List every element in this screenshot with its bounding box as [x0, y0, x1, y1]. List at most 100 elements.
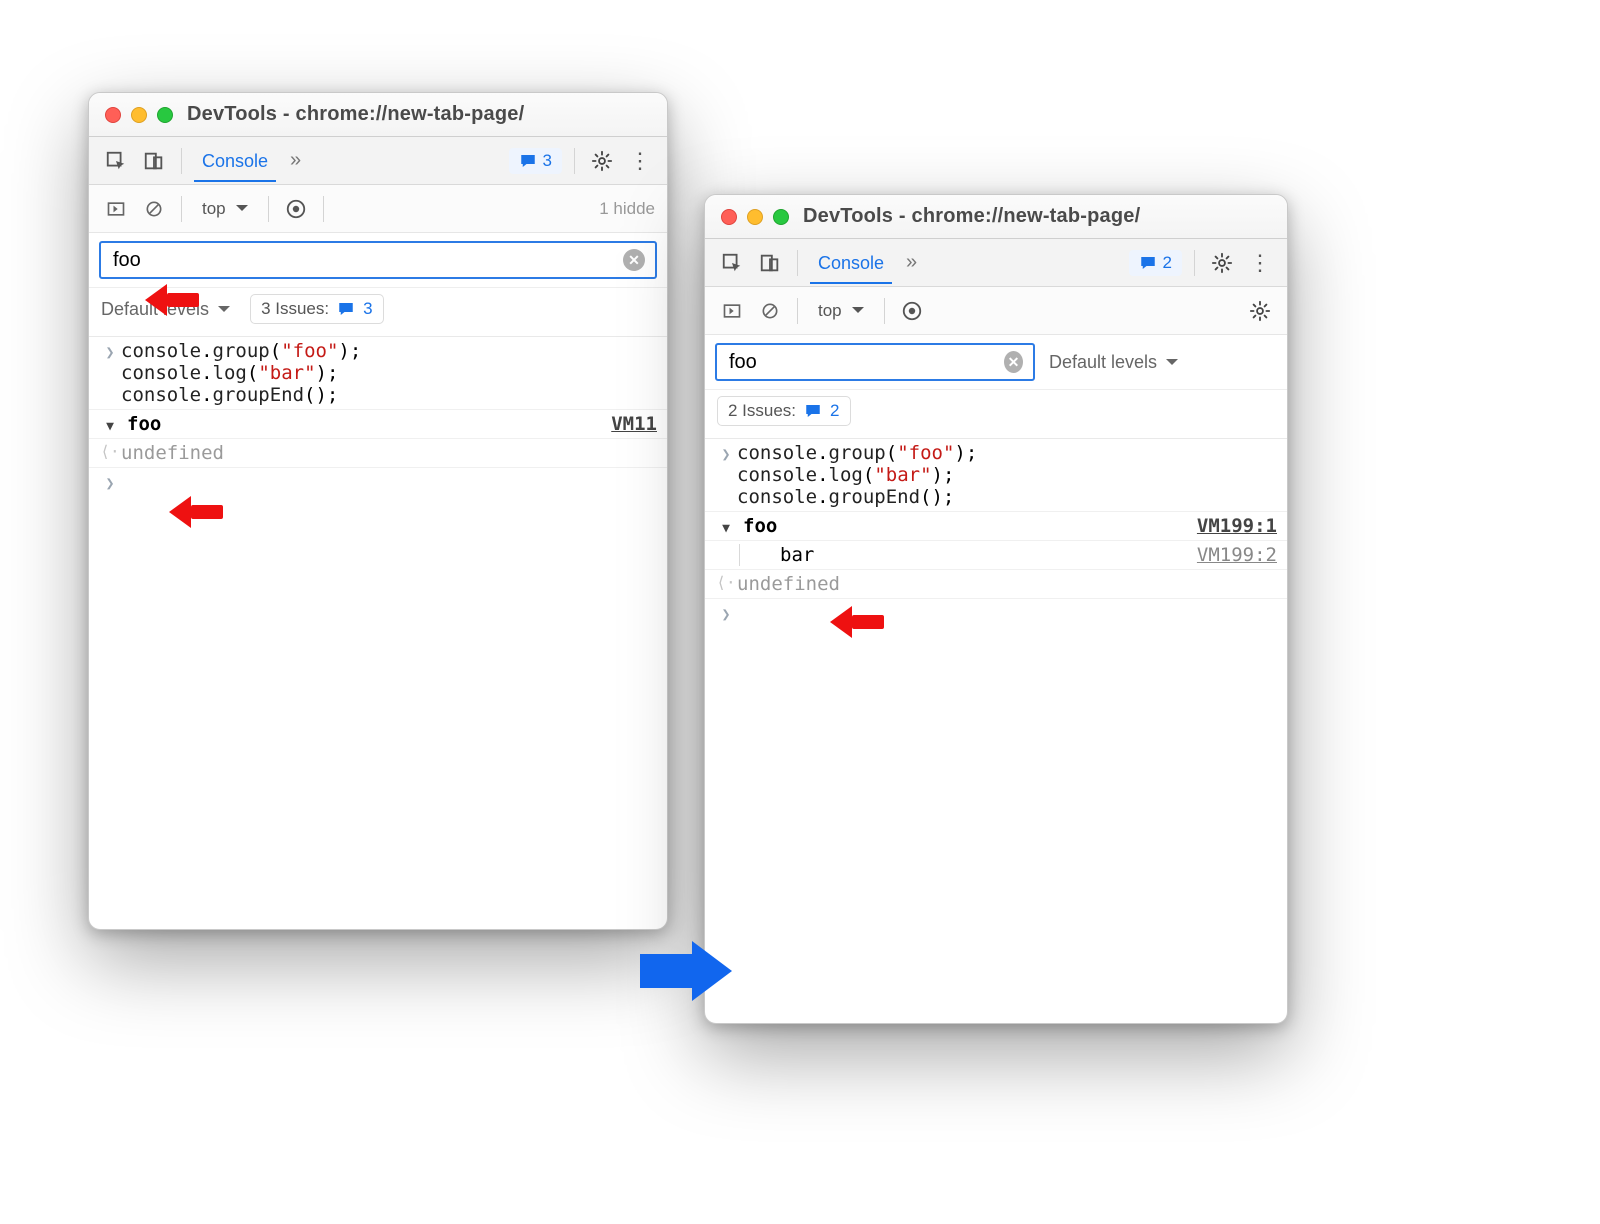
- window-title: DevTools - chrome://new-tab-page/: [187, 103, 524, 126]
- context-label: top: [818, 301, 842, 321]
- inspect-icon[interactable]: [717, 248, 747, 278]
- device-toggle-icon[interactable]: [755, 248, 785, 278]
- undefined-label: undefined: [737, 573, 840, 595]
- context-label: top: [202, 199, 226, 219]
- overflow-menu-icon[interactable]: ⋮: [1245, 250, 1275, 276]
- zoom-icon[interactable]: [157, 107, 173, 123]
- devtools-window-after: DevTools - chrome://new-tab-page/ Consol…: [704, 194, 1288, 1024]
- console-group-header[interactable]: foo VM199:1: [705, 512, 1287, 541]
- filter-row: ✕: [89, 233, 667, 288]
- console-prompt[interactable]: [89, 468, 667, 496]
- source-link[interactable]: VM199:2: [1189, 544, 1277, 566]
- separator-icon: [574, 148, 575, 174]
- inspect-icon[interactable]: [101, 146, 131, 176]
- window-title: DevTools - chrome://new-tab-page/: [803, 205, 1140, 228]
- issues-chip[interactable]: 2 Issues: 2: [717, 396, 851, 426]
- messages-badge[interactable]: 2: [1129, 250, 1182, 276]
- close-icon[interactable]: [105, 107, 121, 123]
- zoom-icon[interactable]: [773, 209, 789, 225]
- log-levels-label: Default levels: [1049, 352, 1157, 372]
- group-name: foo: [743, 515, 777, 537]
- clear-filter-icon[interactable]: ✕: [623, 249, 645, 271]
- messages-count: 2: [1163, 253, 1172, 273]
- main-toolbar: Console » 3 ⋮: [89, 137, 667, 185]
- live-expression-icon[interactable]: [897, 296, 927, 326]
- minimize-icon[interactable]: [131, 107, 147, 123]
- messages-badge[interactable]: 3: [509, 148, 562, 174]
- chevron-down-icon: [848, 301, 864, 321]
- code-block: console.group("foo"); console.log("bar")…: [121, 340, 657, 406]
- overflow-menu-icon[interactable]: ⋮: [625, 148, 655, 174]
- issues-label: 3 Issues:: [261, 299, 329, 319]
- console-prompt[interactable]: [705, 599, 1287, 627]
- devtools-window-before: DevTools - chrome://new-tab-page/ Consol…: [88, 92, 668, 930]
- console-group-child: bar VM199:2: [705, 541, 1287, 570]
- transition-arrow-icon: [640, 940, 750, 1002]
- chevron-down-icon: [214, 299, 230, 319]
- live-expression-icon[interactable]: [281, 194, 311, 224]
- messages-count: 3: [543, 151, 552, 171]
- issues-count: 3: [363, 299, 372, 319]
- clear-console-icon[interactable]: [139, 194, 169, 224]
- tab-console[interactable]: Console: [810, 241, 892, 284]
- context-selector[interactable]: top: [194, 197, 256, 221]
- clear-filter-icon[interactable]: ✕: [1004, 351, 1023, 373]
- console-subtoolbar: top: [705, 287, 1287, 335]
- chevron-down-icon: [232, 199, 248, 219]
- sidebar-toggle-icon[interactable]: [717, 296, 747, 326]
- tab-console[interactable]: Console: [194, 139, 276, 182]
- settings-icon[interactable]: [587, 146, 617, 176]
- titlebar[interactable]: DevTools - chrome://new-tab-page/: [705, 195, 1287, 239]
- annotation-arrow-icon: [169, 497, 223, 527]
- console-settings-icon[interactable]: [1245, 296, 1275, 326]
- group-name: foo: [127, 413, 161, 435]
- close-icon[interactable]: [721, 209, 737, 225]
- message-icon: [1139, 254, 1157, 272]
- issues-count: 2: [830, 401, 839, 421]
- triangle-down-icon[interactable]: [99, 413, 121, 435]
- clear-console-icon[interactable]: [755, 296, 785, 326]
- return-icon: ⟨·: [715, 573, 737, 592]
- traffic-lights: [721, 209, 789, 225]
- issues-chip[interactable]: 3 Issues: 3: [250, 294, 384, 324]
- chevron-right-icon: [99, 340, 121, 362]
- minimize-icon[interactable]: [747, 209, 763, 225]
- console-group-header[interactable]: foo VM11: [89, 410, 667, 439]
- context-selector[interactable]: top: [810, 299, 872, 323]
- code-block: console.group("foo"); console.log("bar")…: [737, 442, 1277, 508]
- separator-icon: [884, 298, 885, 324]
- more-tabs-icon[interactable]: »: [284, 149, 307, 172]
- source-link[interactable]: VM199:1: [1189, 515, 1277, 537]
- filter-input[interactable]: [727, 350, 996, 375]
- console-input-echo: console.group("foo"); console.log("bar")…: [705, 439, 1287, 512]
- console-return-row: ⟨· undefined: [89, 439, 667, 468]
- undefined-label: undefined: [121, 442, 224, 464]
- filter-input[interactable]: [111, 248, 615, 273]
- chevron-right-icon: [715, 442, 737, 464]
- device-toggle-icon[interactable]: [139, 146, 169, 176]
- return-icon: ⟨·: [99, 442, 121, 461]
- console-subtoolbar: top 1 hidde: [89, 185, 667, 233]
- log-levels-selector[interactable]: Default levels: [1049, 352, 1178, 373]
- filter-box: ✕: [99, 241, 657, 279]
- separator-icon: [797, 298, 798, 324]
- annotation-arrow-icon: [830, 607, 884, 637]
- triangle-down-icon[interactable]: [715, 515, 737, 537]
- main-toolbar: Console » 2 ⋮: [705, 239, 1287, 287]
- console-return-row: ⟨· undefined: [705, 570, 1287, 599]
- sidebar-toggle-icon[interactable]: [101, 194, 131, 224]
- filter-box: ✕: [715, 343, 1035, 381]
- titlebar[interactable]: DevTools - chrome://new-tab-page/: [89, 93, 667, 137]
- settings-icon[interactable]: [1207, 248, 1237, 278]
- source-link[interactable]: VM11: [603, 413, 657, 435]
- separator-icon: [181, 148, 182, 174]
- filter-row: ✕ Default levels: [705, 335, 1287, 390]
- chevron-down-icon: [1162, 352, 1178, 372]
- message-icon: [519, 152, 537, 170]
- more-tabs-icon[interactable]: »: [900, 251, 923, 274]
- hidden-messages-label[interactable]: 1 hidde: [599, 199, 655, 219]
- message-icon: [337, 300, 355, 318]
- log-message: bar: [780, 544, 814, 566]
- console-input-echo: console.group("foo"); console.log("bar")…: [89, 337, 667, 410]
- separator-icon: [268, 196, 269, 222]
